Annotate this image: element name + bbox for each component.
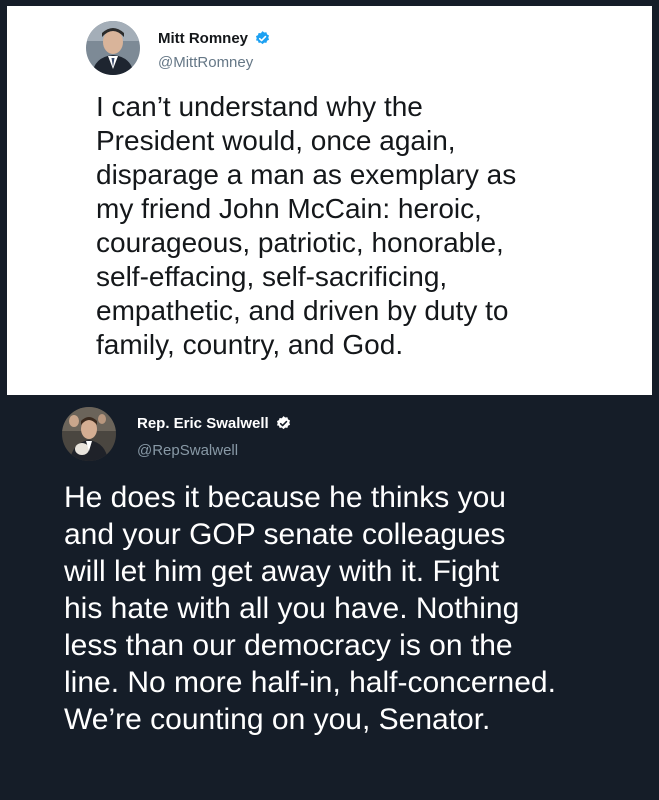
profile-photo-icon [62,407,116,461]
verified-badge-icon [275,415,292,432]
tweet-text: He does it because he thinks you and you… [64,481,556,736]
verified-badge-icon [254,30,271,47]
author-name-label[interactable]: Rep. Eric Swalwell [137,415,269,432]
author-handle[interactable]: @RepSwalwell [137,442,238,459]
author-handle[interactable]: @MittRomney [158,54,253,71]
author-name[interactable]: Rep. Eric Swalwell [137,415,292,432]
author-name-label[interactable]: Mitt Romney [158,30,248,47]
avatar[interactable] [62,407,116,461]
author-name[interactable]: Mitt Romney [158,30,271,47]
avatar[interactable] [86,21,140,75]
tweet-text: I can’t understand why the President wou… [96,91,517,360]
profile-photo-icon [86,21,140,75]
tweet-swalwell[interactable]: Rep. Eric Swalwell @RepSwalwell He does … [0,395,659,800]
tweet-romney[interactable]: Mitt Romney @MittRomney I can’t understa… [7,6,652,395]
